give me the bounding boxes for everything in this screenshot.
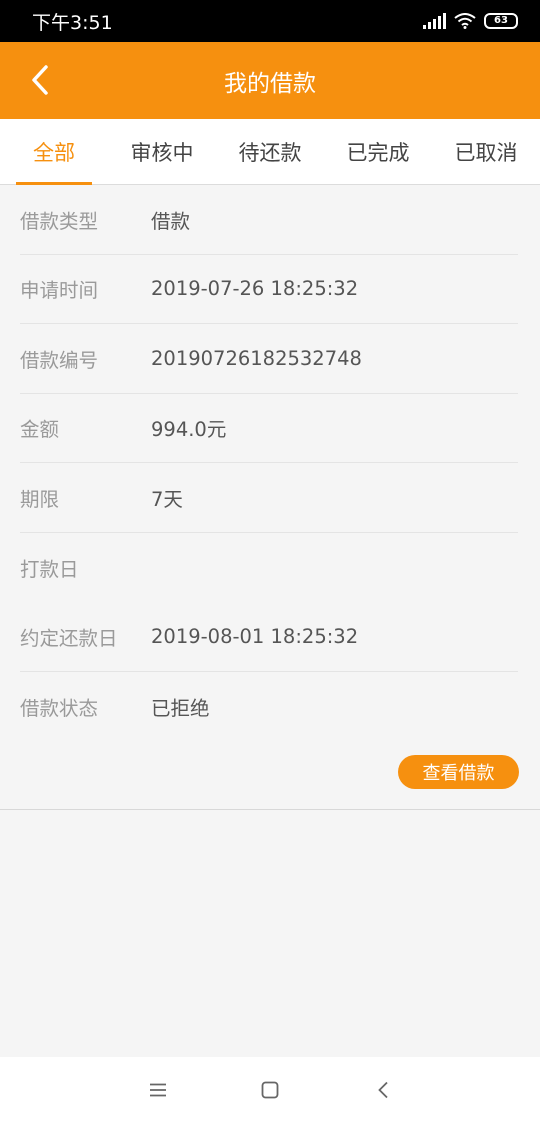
row-label: 约定还款日: [20, 626, 118, 650]
battery-icon: 63: [484, 13, 518, 29]
tab-pending-repayment[interactable]: 待还款: [216, 119, 324, 185]
menu-icon: [150, 1083, 166, 1097]
tab-cancelled[interactable]: 已取消: [432, 119, 540, 185]
tab-bar: 全部 审核中 待还款 已完成 已取消: [0, 119, 540, 185]
view-loan-button[interactable]: 查看借款: [398, 755, 519, 789]
payout-date-row: 打款日: [20, 533, 518, 603]
loan-type-row: 借款类型 借款: [20, 185, 518, 255]
row-value: 7天: [151, 487, 183, 511]
status-time: 下午3:51: [32, 11, 113, 34]
row-label: 借款状态: [20, 696, 99, 720]
home-button[interactable]: [255, 1075, 285, 1105]
row-value: 2019-08-01 18:25:32: [151, 624, 359, 648]
row-value: 2019-07-26 18:25:32: [151, 277, 359, 301]
back-icon: [378, 1081, 388, 1099]
loan-number-row: 借款编号 20190726182532748: [20, 324, 518, 394]
status-bar: 下午3:51 63: [0, 0, 540, 42]
back-button[interactable]: [22, 62, 58, 98]
battery-level: 63: [494, 15, 508, 26]
row-label: 期限: [20, 487, 60, 511]
row-label: 打款日: [20, 557, 79, 581]
row-value: 借款: [151, 209, 191, 233]
row-value: 994.0元: [151, 418, 227, 442]
row-value: 20190726182532748: [151, 346, 362, 370]
row-label: 申请时间: [20, 279, 99, 303]
header-bar: 我的借款: [0, 42, 540, 119]
system-back-button[interactable]: [368, 1075, 398, 1105]
status-icons: 63: [423, 13, 518, 29]
tab-all[interactable]: 全部: [0, 119, 108, 185]
wifi-icon: [454, 13, 476, 29]
loan-card: 借款类型 借款 申请时间 2019-07-26 18:25:32 借款编号 20…: [0, 185, 540, 810]
signal-icon: [423, 13, 446, 29]
row-label: 借款编号: [20, 348, 99, 372]
due-date-row: 约定还款日 2019-08-01 18:25:32: [20, 602, 518, 672]
tab-completed[interactable]: 已完成: [324, 119, 432, 185]
chevron-left-icon: [32, 65, 48, 95]
row-value: 已拒绝: [151, 696, 210, 720]
amount-row: 金额 994.0元: [20, 394, 518, 463]
row-label: 借款类型: [20, 209, 99, 233]
apply-time-row: 申请时间 2019-07-26 18:25:32: [20, 255, 518, 324]
system-nav-bar: [0, 1057, 540, 1122]
loan-status-row: 借款状态 已拒绝: [20, 672, 518, 742]
menu-button[interactable]: [143, 1075, 173, 1105]
term-row: 期限 7天: [20, 463, 518, 533]
tab-reviewing[interactable]: 审核中: [108, 119, 216, 185]
page-title: 我的借款: [224, 70, 316, 97]
row-label: 金额: [20, 418, 60, 442]
home-icon: [261, 1081, 279, 1099]
